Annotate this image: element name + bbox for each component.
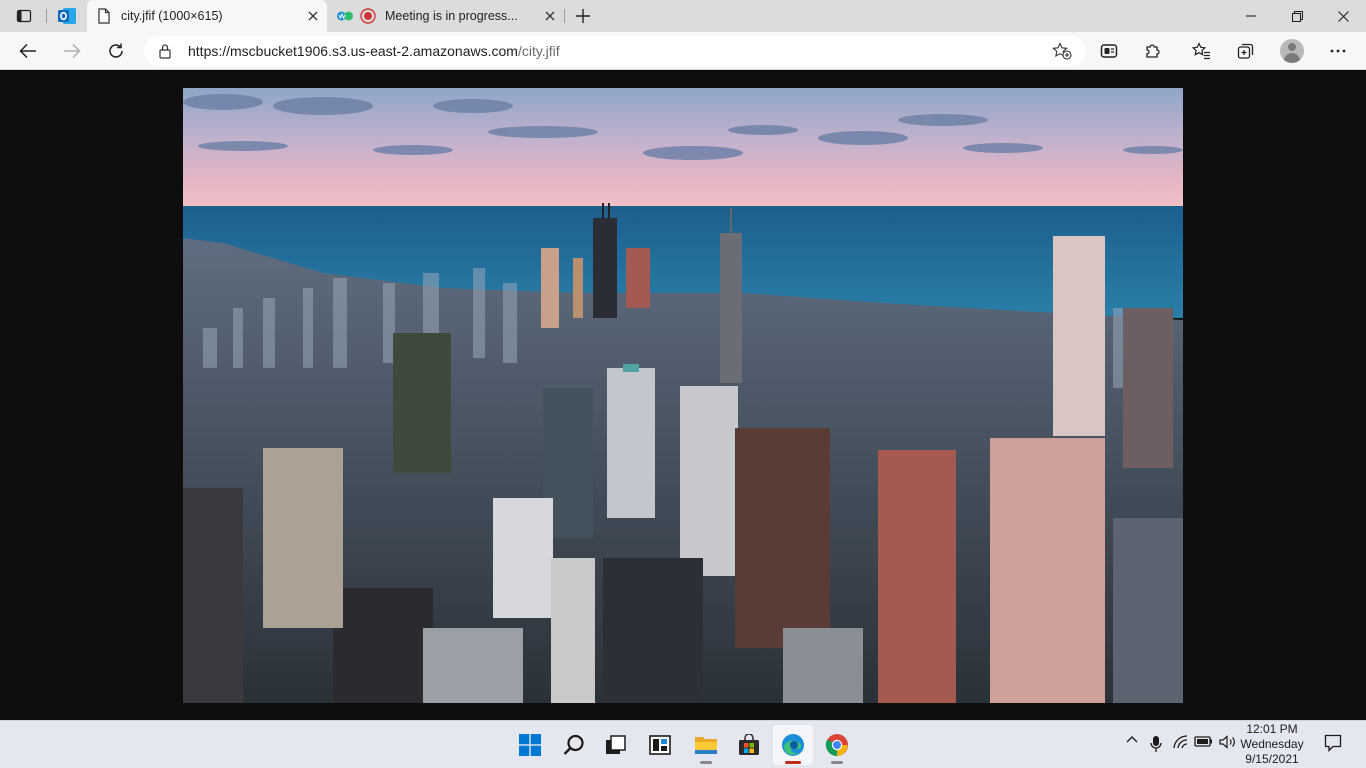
running-indicator: [700, 761, 712, 764]
clock-date: 9/15/2021: [1245, 752, 1299, 766]
forward-arrow-icon: [64, 43, 81, 59]
taskbar: 12:01 PM Wednesday 9/15/2021: [0, 720, 1366, 768]
start-button[interactable]: [510, 725, 550, 765]
close-icon: [545, 11, 555, 21]
windows-logo-icon: [519, 734, 541, 756]
chrome-icon: [825, 734, 848, 756]
tab-actions-button[interactable]: [8, 0, 40, 32]
widgets-button[interactable]: [640, 725, 680, 765]
taskbar-clock[interactable]: 12:01 PM Wednesday 9/15/2021: [1240, 722, 1304, 767]
extensions-button[interactable]: [1137, 35, 1169, 67]
wifi-icon: [1173, 735, 1188, 749]
close-icon: [1337, 10, 1349, 22]
microsoft-store-button[interactable]: [729, 725, 769, 765]
favorites-button[interactable]: [1186, 35, 1218, 67]
document-icon: [98, 8, 110, 24]
lock-icon[interactable]: [158, 43, 172, 59]
file-explorer-button[interactable]: [686, 725, 726, 765]
close-tab-button[interactable]: [542, 8, 558, 24]
battery-plug-icon: [1194, 736, 1212, 747]
puzzle-icon: [1146, 44, 1160, 58]
folder-icon: [695, 737, 717, 754]
notifications-button[interactable]: [1322, 734, 1344, 752]
microphone-icon: [1150, 736, 1162, 752]
more-dots-icon: [1330, 49, 1346, 53]
refresh-icon: [109, 43, 123, 58]
edge-button[interactable]: [773, 725, 813, 765]
tab-separator: [564, 9, 565, 23]
tab-title: city.jfif (1000×615): [121, 9, 223, 23]
tab-title: Meeting is in progress...: [385, 9, 518, 23]
restore-icon: [1291, 10, 1303, 22]
url-path: /city.jfif: [517, 43, 560, 59]
forward-button[interactable]: [56, 35, 88, 67]
edge-icon: [782, 734, 804, 756]
search-icon: [563, 734, 584, 755]
running-indicator: [785, 761, 801, 764]
settings-menu-button[interactable]: [1322, 35, 1354, 67]
minimize-icon: [1246, 15, 1256, 17]
address-bar[interactable]: https://mscbucket1906.s3.us-east-2.amazo…: [144, 36, 1086, 66]
url-text[interactable]: https://mscbucket1906.s3.us-east-2.amazo…: [188, 43, 560, 59]
extension-app-icon: [1100, 44, 1118, 58]
tab-separator: [46, 9, 47, 23]
notification-icon: [1324, 734, 1342, 752]
tab-meeting[interactable]: Meeting is in progress...: [328, 0, 564, 32]
task-view-icon: [606, 735, 626, 754]
plus-icon: [576, 9, 590, 23]
clock-day: Wednesday: [1240, 737, 1304, 751]
extension-button[interactable]: [1093, 35, 1125, 67]
page-viewport: [0, 70, 1366, 720]
collections-button[interactable]: [1230, 35, 1262, 67]
avatar-head: [1288, 43, 1296, 51]
show-hidden-icons-button[interactable]: [1124, 735, 1140, 743]
battery-tray-button[interactable]: [1194, 735, 1214, 747]
minimize-button[interactable]: [1228, 0, 1274, 32]
close-icon: [308, 11, 318, 21]
store-bag-icon: [739, 734, 759, 755]
back-arrow-icon: [19, 43, 36, 59]
running-indicator: [831, 761, 843, 764]
url-host: https://mscbucket1906.s3.us-east-2.amazo…: [188, 43, 518, 59]
back-button[interactable]: [12, 35, 44, 67]
task-view-button[interactable]: [596, 725, 636, 765]
profile-avatar[interactable]: [1280, 39, 1304, 63]
browser-toolbar: https://mscbucket1906.s3.us-east-2.amazo…: [0, 32, 1366, 70]
tab-actions-icon: [16, 9, 32, 23]
collections-icon: [1237, 43, 1254, 59]
search-button[interactable]: [554, 725, 594, 765]
recording-icon: [360, 8, 376, 24]
chevron-up-icon: [1126, 736, 1138, 743]
city-skyline-image[interactable]: [183, 88, 1183, 703]
add-favorite-icon[interactable]: [1052, 42, 1072, 60]
avatar-body: [1284, 53, 1300, 63]
widgets-icon: [649, 735, 671, 755]
microphone-tray-button[interactable]: [1148, 735, 1164, 753]
pinned-tab-outlook[interactable]: [52, 0, 82, 32]
close-window-button[interactable]: [1320, 0, 1366, 32]
network-tray-button[interactable]: [1172, 735, 1190, 749]
favorites-icon: [1192, 42, 1210, 60]
new-tab-button[interactable]: [568, 0, 598, 32]
chrome-button[interactable]: [817, 725, 857, 765]
tab-strip: city.jfif (1000×615) Meeting is in progr…: [0, 0, 1366, 32]
clock-time: 12:01 PM: [1246, 722, 1298, 736]
restore-button[interactable]: [1274, 0, 1320, 32]
speaker-icon: [1219, 735, 1235, 749]
volume-tray-button[interactable]: [1218, 735, 1238, 749]
webex-icon: [337, 11, 353, 21]
tab-city-image[interactable]: city.jfif (1000×615): [87, 0, 327, 32]
outlook-icon: [58, 8, 76, 24]
refresh-button[interactable]: [100, 35, 132, 67]
close-tab-button[interactable]: [305, 8, 321, 24]
